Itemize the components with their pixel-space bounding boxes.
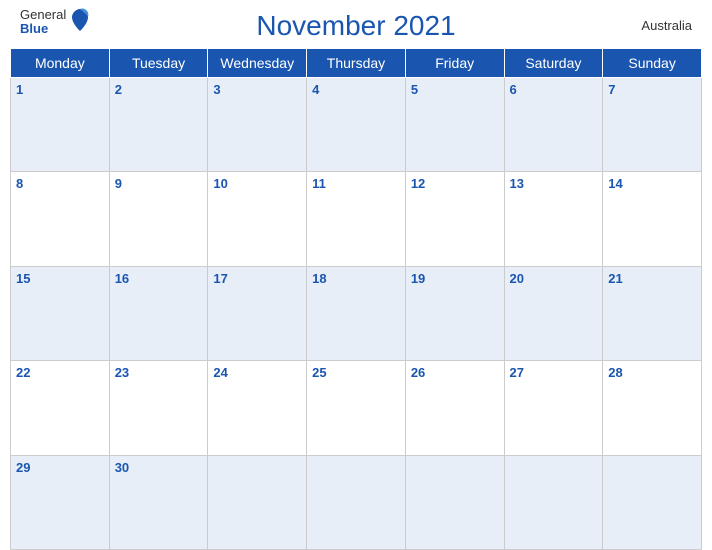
day-number: 2 bbox=[115, 82, 122, 97]
day-number: 13 bbox=[510, 176, 524, 191]
day-cell: 18 bbox=[307, 266, 406, 360]
empty-day-cell bbox=[405, 455, 504, 549]
day-cell: 4 bbox=[307, 78, 406, 172]
day-cell: 10 bbox=[208, 172, 307, 266]
day-number: 20 bbox=[510, 271, 524, 286]
country-label: Australia bbox=[641, 18, 692, 33]
weekday-header-tuesday: Tuesday bbox=[109, 49, 208, 78]
weekday-header-sunday: Sunday bbox=[603, 49, 702, 78]
day-number: 26 bbox=[411, 365, 425, 380]
day-cell: 21 bbox=[603, 266, 702, 360]
logo: General Blue bbox=[20, 8, 90, 37]
day-number: 29 bbox=[16, 460, 30, 475]
day-number: 1 bbox=[16, 82, 23, 97]
day-number: 24 bbox=[213, 365, 227, 380]
day-number: 16 bbox=[115, 271, 129, 286]
day-cell: 30 bbox=[109, 455, 208, 549]
day-number: 14 bbox=[608, 176, 622, 191]
day-number: 28 bbox=[608, 365, 622, 380]
weekday-header-thursday: Thursday bbox=[307, 49, 406, 78]
day-number: 27 bbox=[510, 365, 524, 380]
day-number: 25 bbox=[312, 365, 326, 380]
day-number: 4 bbox=[312, 82, 319, 97]
day-cell: 24 bbox=[208, 361, 307, 455]
day-number: 11 bbox=[312, 176, 326, 191]
day-cell: 28 bbox=[603, 361, 702, 455]
day-cell: 25 bbox=[307, 361, 406, 455]
day-cell: 23 bbox=[109, 361, 208, 455]
day-number: 5 bbox=[411, 82, 418, 97]
day-cell: 8 bbox=[11, 172, 110, 266]
day-number: 6 bbox=[510, 82, 517, 97]
month-title: November 2021 bbox=[256, 10, 455, 42]
day-cell: 20 bbox=[504, 266, 603, 360]
day-cell: 12 bbox=[405, 172, 504, 266]
day-cell: 1 bbox=[11, 78, 110, 172]
day-cell: 22 bbox=[11, 361, 110, 455]
day-number: 23 bbox=[115, 365, 129, 380]
weekday-header-friday: Friday bbox=[405, 49, 504, 78]
logo-blue-text: Blue bbox=[20, 22, 66, 36]
day-cell: 11 bbox=[307, 172, 406, 266]
day-number: 21 bbox=[608, 271, 622, 286]
day-cell: 2 bbox=[109, 78, 208, 172]
day-number: 3 bbox=[213, 82, 220, 97]
day-cell: 6 bbox=[504, 78, 603, 172]
empty-day-cell bbox=[208, 455, 307, 549]
weekday-header-monday: Monday bbox=[11, 49, 110, 78]
calendar-week-row: 1 2 3 4 5 6 7 bbox=[11, 78, 702, 172]
days-of-week-row: MondayTuesdayWednesdayThursdayFridaySatu… bbox=[11, 49, 702, 78]
empty-day-cell bbox=[603, 455, 702, 549]
day-number: 17 bbox=[213, 271, 227, 286]
day-number: 19 bbox=[411, 271, 425, 286]
logo-general-text: General bbox=[20, 8, 66, 22]
calendar-week-row: 22 23 24 25 26 27 28 bbox=[11, 361, 702, 455]
day-cell: 3 bbox=[208, 78, 307, 172]
day-cell: 5 bbox=[405, 78, 504, 172]
day-cell: 26 bbox=[405, 361, 504, 455]
day-number: 18 bbox=[312, 271, 326, 286]
weekday-header-saturday: Saturday bbox=[504, 49, 603, 78]
empty-day-cell bbox=[307, 455, 406, 549]
day-number: 22 bbox=[16, 365, 30, 380]
day-number: 9 bbox=[115, 176, 122, 191]
day-number: 15 bbox=[16, 271, 30, 286]
day-number: 7 bbox=[608, 82, 615, 97]
day-cell: 7 bbox=[603, 78, 702, 172]
calendar-week-row: 29 30 bbox=[11, 455, 702, 549]
day-number: 30 bbox=[115, 460, 129, 475]
empty-day-cell bbox=[504, 455, 603, 549]
day-number: 10 bbox=[213, 176, 227, 191]
day-cell: 19 bbox=[405, 266, 504, 360]
calendar-week-row: 8 9 10 11 12 13 14 bbox=[11, 172, 702, 266]
day-cell: 15 bbox=[11, 266, 110, 360]
day-cell: 9 bbox=[109, 172, 208, 266]
day-cell: 29 bbox=[11, 455, 110, 549]
calendar-header: General Blue November 2021 Australia bbox=[0, 0, 712, 48]
day-cell: 27 bbox=[504, 361, 603, 455]
day-cell: 17 bbox=[208, 266, 307, 360]
day-cell: 16 bbox=[109, 266, 208, 360]
weekday-header-wednesday: Wednesday bbox=[208, 49, 307, 78]
day-number: 12 bbox=[411, 176, 425, 191]
calendar-table: MondayTuesdayWednesdayThursdayFridaySatu… bbox=[10, 48, 702, 550]
day-number: 8 bbox=[16, 176, 23, 191]
day-cell: 14 bbox=[603, 172, 702, 266]
bird-icon bbox=[70, 7, 90, 33]
day-cell: 13 bbox=[504, 172, 603, 266]
calendar-week-row: 15 16 17 18 19 20 21 bbox=[11, 266, 702, 360]
